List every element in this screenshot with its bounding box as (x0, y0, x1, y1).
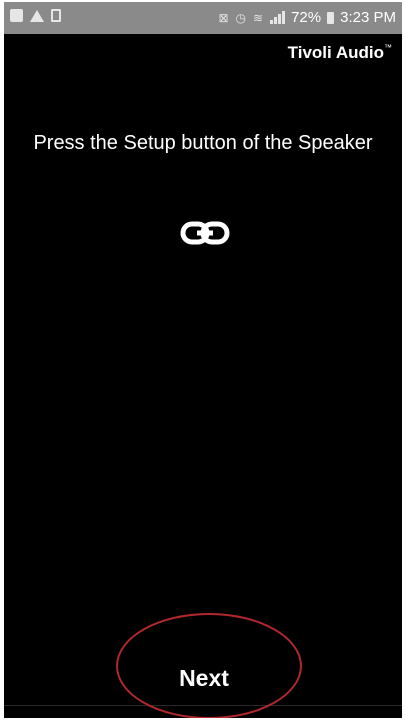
brand-text: Tivoli Audio (287, 43, 384, 62)
status-bar: ⊠ ◷ ≋ 72% 3:23 PM (4, 2, 402, 34)
wifi-icon: ≋ (253, 10, 265, 25)
next-button[interactable]: Next (154, 657, 254, 699)
notification-icon (10, 9, 23, 22)
warning-icon (30, 9, 44, 22)
clipboard-icon (51, 9, 61, 22)
setup-instruction: Press the Setup button of the Speaker (33, 132, 373, 154)
status-bar-right: ⊠ ◷ ≋ 72% 3:23 PM (218, 9, 396, 26)
battery-percent: 72% (291, 9, 322, 26)
status-bar-left (10, 9, 61, 22)
signal-icon (270, 11, 286, 24)
alarm-icon: ◷ (235, 10, 248, 25)
link-icon (180, 221, 230, 245)
battery-icon (327, 11, 335, 24)
brand-logo: Tivoli Audio™ (288, 43, 392, 63)
trademark-mark: ™ (384, 43, 392, 52)
mute-icon: ⊠ (218, 10, 230, 25)
app-screen: ⊠ ◷ ≋ 72% 3:23 PM Tivoli Audio™ Press th… (4, 2, 402, 718)
clock: 3:23 PM (340, 9, 396, 26)
footer-divider (4, 705, 402, 706)
